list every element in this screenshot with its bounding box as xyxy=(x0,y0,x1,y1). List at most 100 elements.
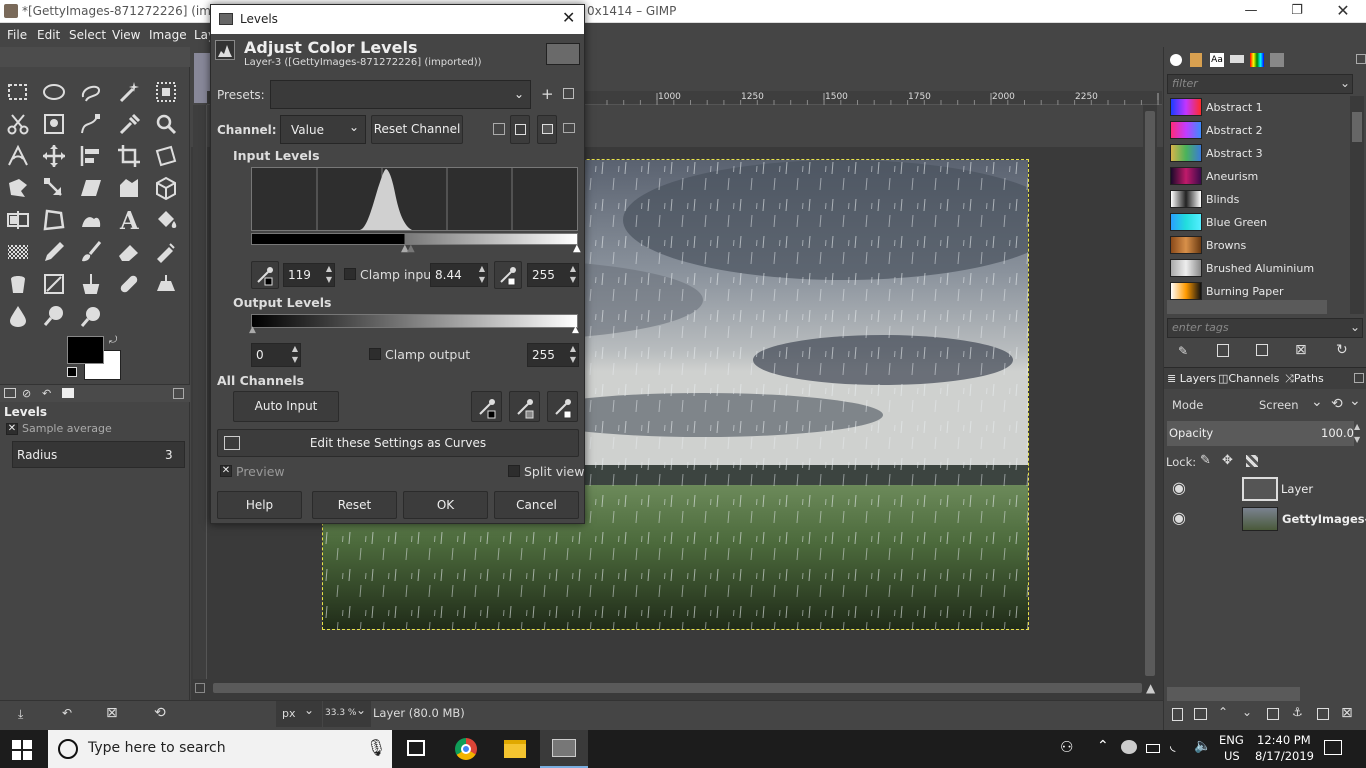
tab-layers[interactable]: ≣ Layers xyxy=(1167,372,1216,385)
mypaint-brush-tool[interactable] xyxy=(41,271,67,297)
gradient-item[interactable]: Brushed Aluminium xyxy=(1164,257,1350,280)
delete-layer-icon[interactable]: ⊠ xyxy=(1341,705,1353,721)
reset-tool-options-icon[interactable]: ⟲ xyxy=(154,705,166,721)
gradient-item[interactable]: Abstract 3 xyxy=(1164,142,1350,165)
quick-mask-toggle[interactable] xyxy=(195,683,205,693)
gradients-scrollbar[interactable] xyxy=(1350,96,1364,314)
input-low-spinner[interactable]: 119 ▲ ▼ xyxy=(283,263,335,287)
clone-tool[interactable] xyxy=(78,271,104,297)
onedrive-icon[interactable] xyxy=(1121,740,1137,754)
out-high-spin-up-icon[interactable]: ▲ xyxy=(570,344,576,353)
chrome-taskbar-icon[interactable] xyxy=(455,738,477,760)
out-low-spin-up-icon[interactable]: ▲ xyxy=(292,344,298,353)
lock-alpha-icon[interactable] xyxy=(1246,455,1258,467)
help-button[interactable]: Help xyxy=(217,491,302,519)
paths-tool[interactable] xyxy=(78,111,104,137)
menu-view[interactable]: View xyxy=(112,28,140,42)
blur-tool[interactable] xyxy=(5,303,31,329)
menu-file[interactable]: File xyxy=(7,28,27,42)
sample-average-checkbox[interactable]: ✕ xyxy=(6,423,18,435)
crop-tool[interactable] xyxy=(116,143,142,169)
perspective-clone-tool[interactable] xyxy=(153,271,179,297)
airbrush-tool[interactable] xyxy=(153,239,179,265)
output-low-spinner[interactable]: 0 ▲ ▼ xyxy=(251,343,301,367)
opacity-slider[interactable]: Opacity 100.0 xyxy=(1167,421,1354,446)
gradients-tab-icon[interactable] xyxy=(1250,53,1264,67)
show-hidden-icons-chevron-icon[interactable]: ⌃ xyxy=(1097,738,1109,754)
delete-tool-options-icon[interactable]: ⊠ xyxy=(106,705,118,721)
tags-input[interactable]: enter tags ⌄ xyxy=(1167,318,1363,338)
measure-tool[interactable] xyxy=(5,143,31,169)
action-center-icon[interactable] xyxy=(1324,740,1342,755)
scissors-tool[interactable] xyxy=(5,111,31,137)
pick-black-point-button[interactable] xyxy=(251,261,279,289)
unit-dropdown[interactable]: px ⌄ xyxy=(276,701,322,727)
dialog-close-icon[interactable]: ✕ xyxy=(562,8,575,27)
task-view-icon[interactable] xyxy=(407,740,425,756)
out-low-spin-down-icon[interactable]: ▼ xyxy=(292,355,298,364)
filter-input[interactable]: filter ⌄ xyxy=(1167,74,1353,94)
tool-options-tab-icon[interactable] xyxy=(4,388,16,398)
auto-input-levels-button[interactable]: Auto Input Levels xyxy=(233,391,339,442)
heal-tool[interactable] xyxy=(116,271,142,297)
cancel-button[interactable]: Cancel xyxy=(494,491,579,519)
gradient-tool[interactable] xyxy=(5,239,31,265)
preview-checkbox[interactable]: ✕ xyxy=(220,465,232,477)
add-preset-icon[interactable]: + xyxy=(541,85,554,103)
raise-layer-icon[interactable]: ⌃ xyxy=(1218,705,1228,719)
layers-panel-menu-icon[interactable] xyxy=(1354,373,1364,383)
paintbrush-tool[interactable] xyxy=(78,239,104,265)
ok-button[interactable]: OK xyxy=(403,491,488,519)
save-tool-options-icon[interactable]: ⤓ xyxy=(18,707,23,722)
opacity-spin-up-icon[interactable]: ▲ xyxy=(1354,422,1360,431)
input-high-spinner[interactable]: 255 ▲ ▼ xyxy=(527,263,579,287)
layer-visibility-eye-icon[interactable]: ◉ xyxy=(1172,508,1186,527)
restore-tool-options-icon[interactable]: ↶ xyxy=(62,706,72,720)
vertical-scrollbar[interactable] xyxy=(1143,105,1157,679)
vertical-scroll-thumb[interactable] xyxy=(1145,111,1155,676)
reset-channel-button[interactable]: Reset Channel xyxy=(371,115,463,144)
gradient-item[interactable]: Abstract 1 xyxy=(1164,96,1350,119)
file-explorer-taskbar-icon[interactable] xyxy=(504,740,526,758)
foreground-select-tool[interactable] xyxy=(41,111,67,137)
spin-up-icon[interactable]: ▲ xyxy=(326,264,332,273)
duplicate-gradient-icon[interactable] xyxy=(1256,344,1268,356)
mode-switch-chevron-icon[interactable]: ⌄ xyxy=(1349,393,1361,409)
gradient-item[interactable]: Abstract 2 xyxy=(1164,119,1350,142)
presets-menu-icon[interactable] xyxy=(563,88,574,99)
layer-mask-icon[interactable] xyxy=(1317,708,1329,720)
lock-position-icon[interactable]: ✥ xyxy=(1222,453,1233,468)
smudge-tool[interactable] xyxy=(78,207,104,233)
ink-tool[interactable] xyxy=(5,271,31,297)
lock-pixels-icon[interactable]: ✎ xyxy=(1200,453,1211,468)
pick-white-point-button[interactable] xyxy=(494,261,522,289)
output-low-marker[interactable]: ▲ xyxy=(249,325,256,335)
vertical-ruler[interactable] xyxy=(193,105,207,679)
gamma-spin-down-icon[interactable]: ▼ xyxy=(479,275,485,284)
align-tool[interactable] xyxy=(78,143,104,169)
patterns-tab-icon[interactable] xyxy=(1190,53,1202,67)
language-eng[interactable]: ENG xyxy=(1219,733,1244,747)
palettes-tab-icon[interactable] xyxy=(1270,53,1284,67)
log-histogram-button[interactable] xyxy=(510,115,530,144)
device-status-tab-icon[interactable]: ⊘ xyxy=(22,387,31,400)
split-view-checkbox[interactable] xyxy=(508,465,520,477)
pencil-tool[interactable] xyxy=(41,239,67,265)
new-gradient-icon[interactable] xyxy=(1217,344,1229,357)
fuzzy-select-tool[interactable] xyxy=(116,79,142,105)
microphone-icon[interactable]: 🎙 xyxy=(366,738,386,757)
navigate-icon[interactable]: ▲ xyxy=(1146,681,1155,695)
horizontal-scrollbar[interactable] xyxy=(211,681,1144,695)
default-colors-icon[interactable] xyxy=(67,367,77,377)
tool-presets-tab-icon[interactable] xyxy=(1230,55,1244,63)
swap-colors-icon[interactable]: ⤾ xyxy=(109,336,119,346)
shear-tool[interactable] xyxy=(78,175,104,201)
wifi-icon[interactable]: ◟ xyxy=(1170,738,1175,754)
output-high-spinner[interactable]: 255 ▲ ▼ xyxy=(527,343,579,367)
high-spin-down-icon[interactable]: ▼ xyxy=(570,275,576,284)
layer-row[interactable]: ◉ GettyImages- xyxy=(1164,504,1366,534)
gradient-item[interactable]: Blinds xyxy=(1164,188,1350,211)
unified-transform-tool[interactable] xyxy=(153,143,179,169)
tab-paths[interactable]: ⤨Paths xyxy=(1285,372,1324,386)
people-icon[interactable]: ⚇ xyxy=(1060,738,1073,756)
